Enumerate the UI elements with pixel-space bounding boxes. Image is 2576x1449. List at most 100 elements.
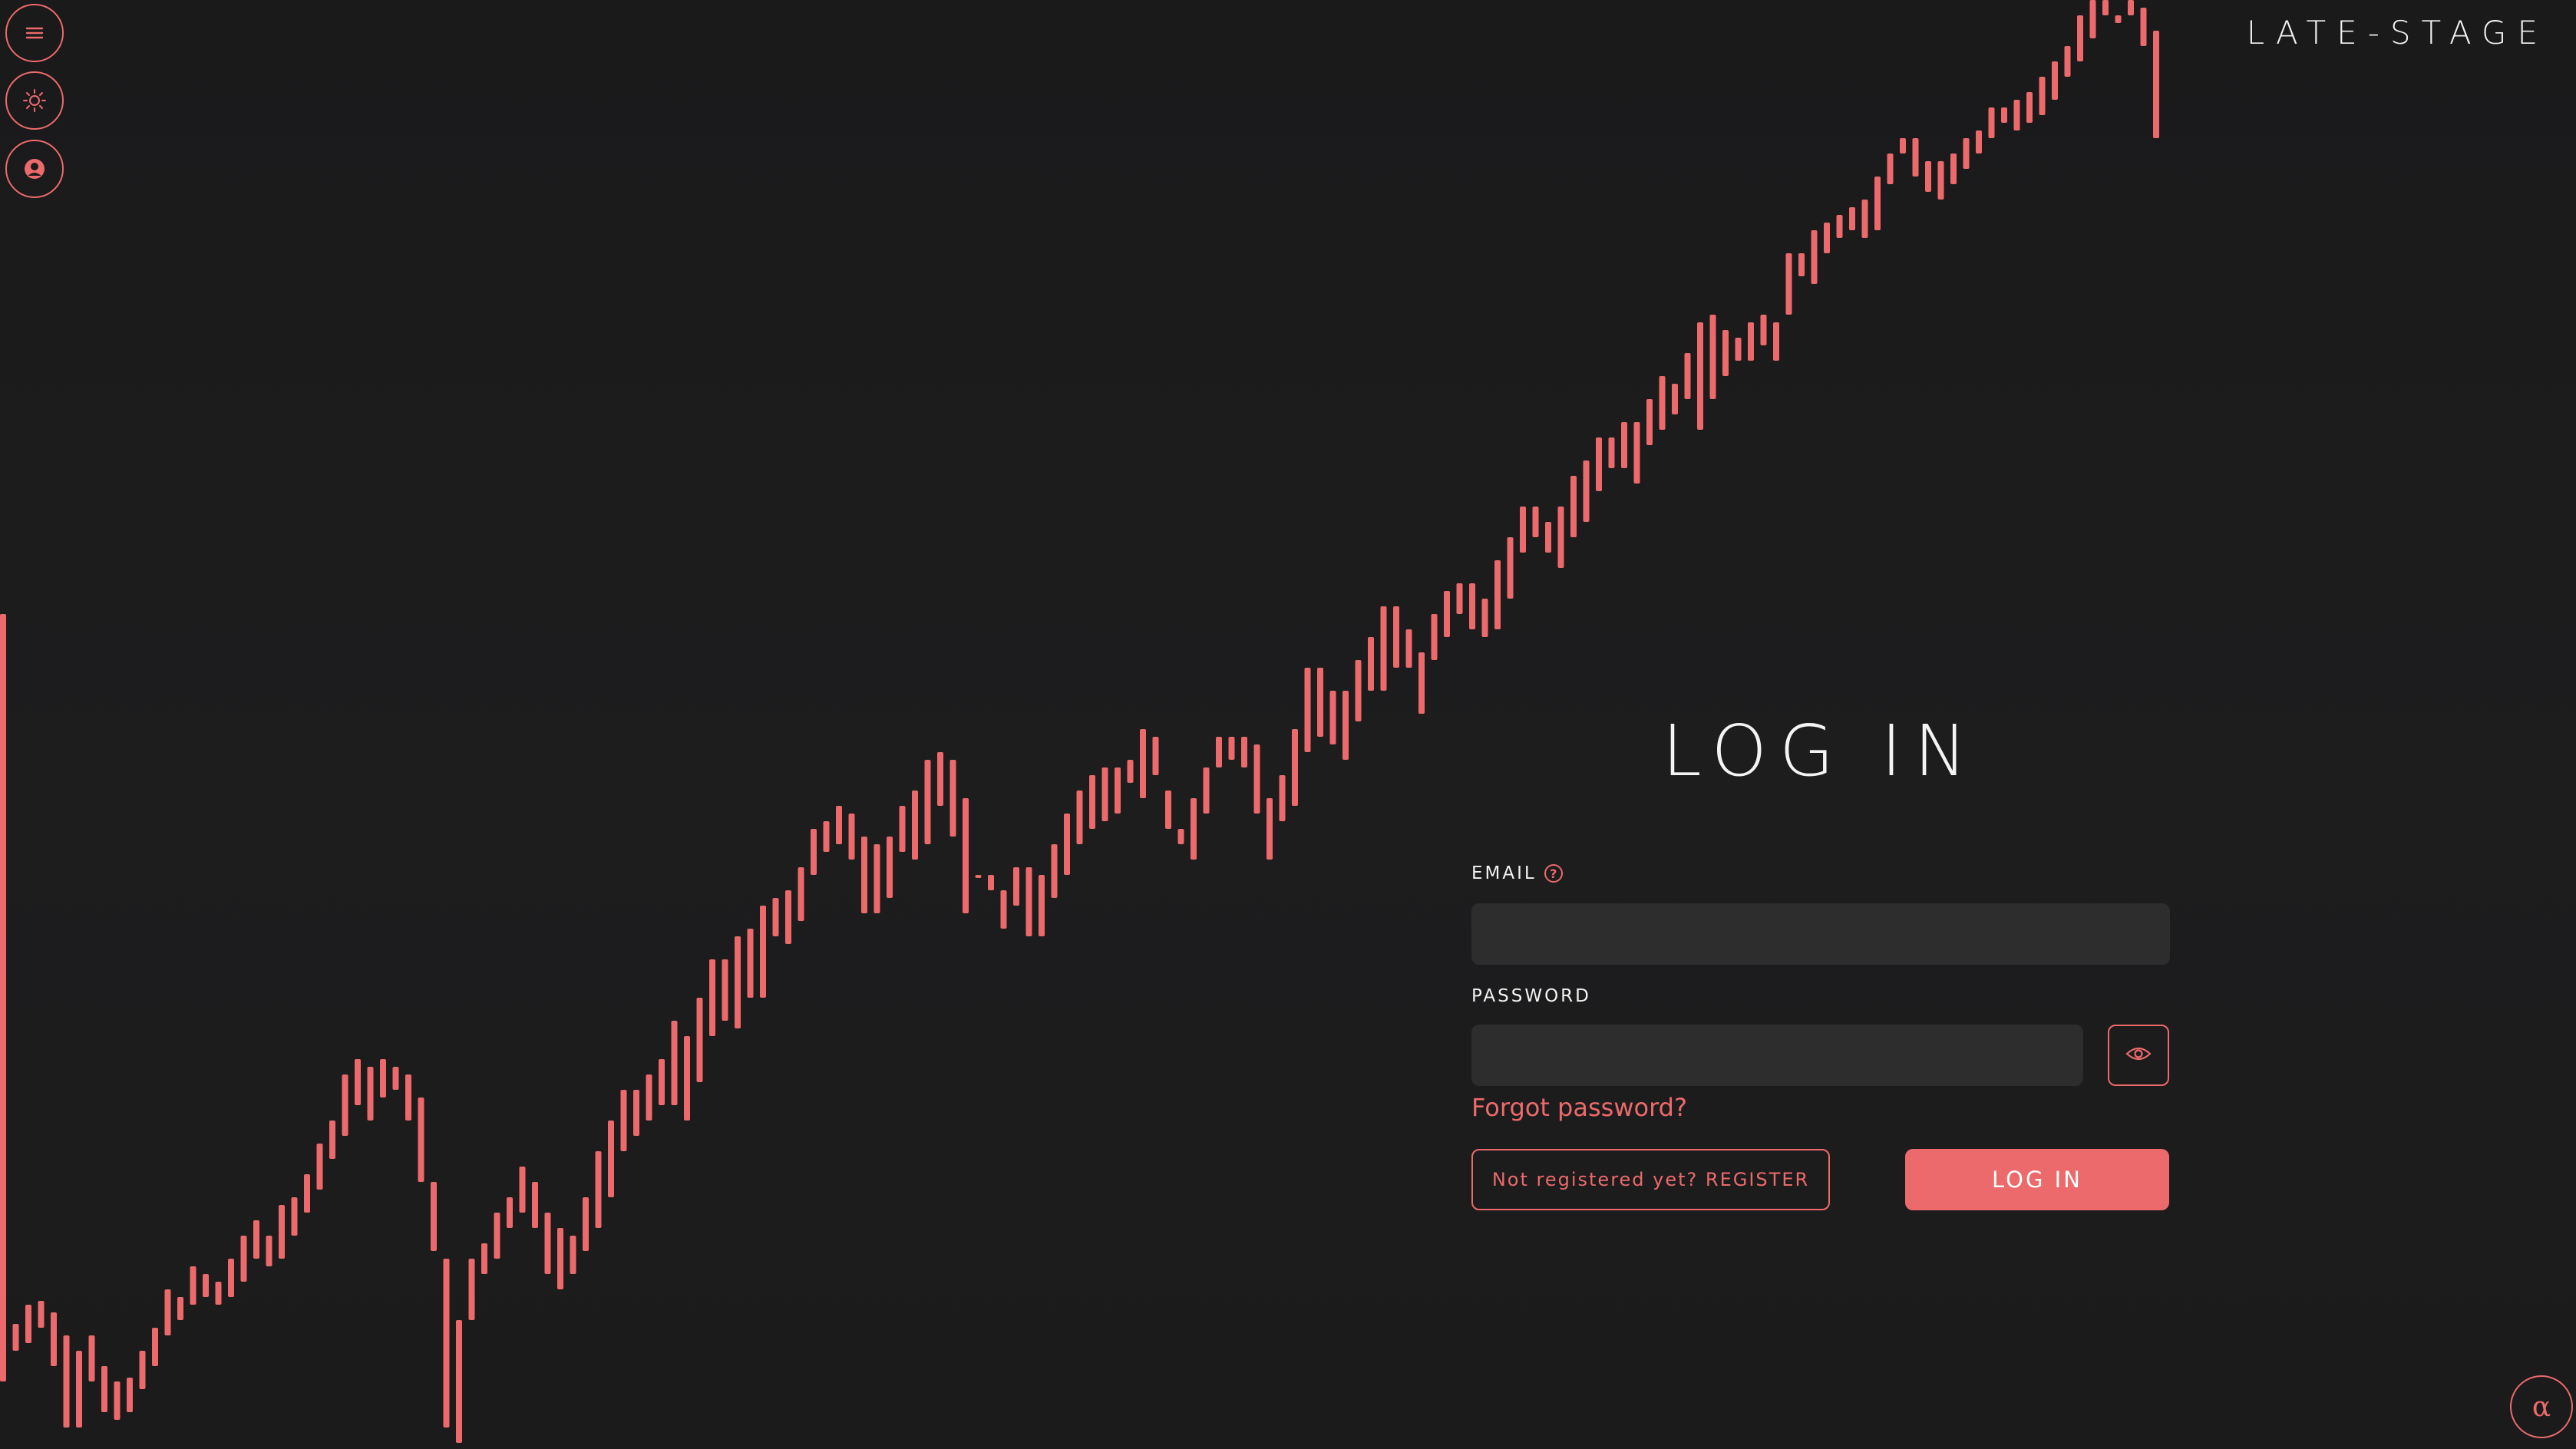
chart-bar [1798, 253, 1805, 276]
login-page: LATE-STAGE LOG IN EMAIL ? PASSWORD Forgo… [0, 0, 2576, 1449]
chart-bar [1051, 844, 1058, 898]
chart-bar [1292, 729, 1298, 806]
chart-bar [1836, 215, 1843, 238]
chart-bar [2089, 0, 2096, 38]
chart-bar [507, 1197, 513, 1228]
chart-bar [1013, 867, 1019, 906]
chart-bar [1000, 890, 1007, 929]
password-label: PASSWORD [1471, 986, 1591, 1006]
chart-bar [51, 1312, 57, 1366]
chart-bar [456, 1320, 462, 1443]
chart-bar [392, 1067, 399, 1090]
chart-bar [329, 1121, 335, 1159]
help-icon[interactable]: ? [1544, 864, 1563, 883]
chart-bar [1203, 767, 1210, 814]
chart-bar [2001, 107, 2007, 123]
chart-bar [1064, 814, 1070, 875]
chart-bar [316, 1144, 323, 1190]
chart-bar [431, 1182, 437, 1251]
chart-bar [1583, 460, 1590, 522]
chart-bar [1684, 353, 1691, 399]
chart-bar [1076, 791, 1083, 844]
chart-bar [63, 1335, 70, 1428]
chart-bar [1317, 668, 1323, 737]
chart-bar [937, 752, 943, 806]
chart-bar [887, 837, 893, 898]
chart-bar [380, 1059, 386, 1097]
chart-bar [240, 1236, 247, 1282]
chart-bar [266, 1236, 272, 1266]
sun-icon [22, 88, 47, 113]
hamburger-menu-icon [24, 25, 45, 41]
chart-bar [1393, 606, 1399, 668]
chart-bar [1469, 583, 1475, 629]
chart-bar [1368, 637, 1374, 691]
chart-bar [1937, 161, 1944, 200]
chart-bar [747, 929, 754, 998]
chart-bar [1988, 107, 1995, 138]
chart-bar [215, 1282, 222, 1305]
user-account-icon [23, 157, 46, 180]
chart-bar [912, 791, 918, 860]
chart-bar [152, 1328, 158, 1366]
chart-bar [1279, 775, 1286, 821]
chart-bar [203, 1274, 209, 1297]
chart-bar [2013, 100, 2020, 130]
menu-button[interactable] [5, 4, 64, 62]
chart-bar [519, 1167, 526, 1213]
chart-bar [418, 1097, 424, 1182]
chart-bar [823, 821, 830, 852]
chart-bar [659, 1059, 665, 1105]
chart-bar [975, 875, 982, 878]
chart-bar [633, 1090, 639, 1136]
login-button[interactable]: LOG IN [1905, 1149, 2169, 1210]
chart-bar [772, 898, 779, 936]
chart-bar [355, 1059, 361, 1105]
chart-bar [114, 1381, 121, 1420]
chart-bar [1329, 691, 1336, 744]
chart-bar [1165, 791, 1171, 829]
chart-bar [190, 1266, 197, 1305]
chart-bar [2128, 0, 2134, 15]
chart-bar [88, 1335, 95, 1381]
eye-icon [2125, 1045, 2152, 1066]
alpha-icon: α [2531, 1391, 2551, 1423]
chart-bar [177, 1297, 183, 1320]
account-button[interactable] [5, 140, 64, 198]
chart-bar [1494, 560, 1501, 629]
chart-bar [1900, 138, 1906, 153]
chart-bar [164, 1289, 171, 1335]
chart-bar [1127, 760, 1134, 783]
chart-bar [279, 1205, 285, 1259]
email-field[interactable] [1471, 903, 2170, 965]
chart-bar [494, 1213, 500, 1259]
chart-bar [1177, 829, 1184, 844]
show-password-button[interactable] [2108, 1025, 2169, 1086]
forgot-password-link[interactable]: Forgot password? [1471, 1093, 1687, 1122]
alpha-button[interactable]: α [2510, 1375, 2573, 1438]
chart-bar [1152, 737, 1159, 775]
chart-bar [1709, 315, 1716, 399]
chart-bar [2102, 0, 2109, 15]
register-button[interactable]: Not registered yet? REGISTER [1471, 1149, 1830, 1210]
chart-bar [228, 1259, 234, 1297]
theme-toggle-button[interactable] [5, 71, 64, 130]
chart-bar [1760, 315, 1767, 345]
password-field[interactable] [1471, 1025, 2083, 1086]
chart-bar [1697, 322, 1703, 430]
chart-bar [1507, 537, 1514, 599]
chart-bar [12, 1324, 19, 1351]
chart-bar [1874, 177, 1881, 230]
chart-bar [1925, 161, 1931, 192]
chart-bar [1849, 207, 1855, 230]
chart-bar [1267, 798, 1273, 860]
chart-bar [1976, 130, 1982, 153]
chart-bar [1431, 614, 1438, 660]
chart-bar [304, 1174, 310, 1213]
chart-bar [101, 1366, 107, 1412]
chart-bar [1861, 200, 1868, 238]
chart-bar [443, 1259, 450, 1428]
chart-bar [1824, 223, 1830, 253]
chart-bar [1115, 767, 1121, 814]
chart-bar [570, 1236, 576, 1274]
